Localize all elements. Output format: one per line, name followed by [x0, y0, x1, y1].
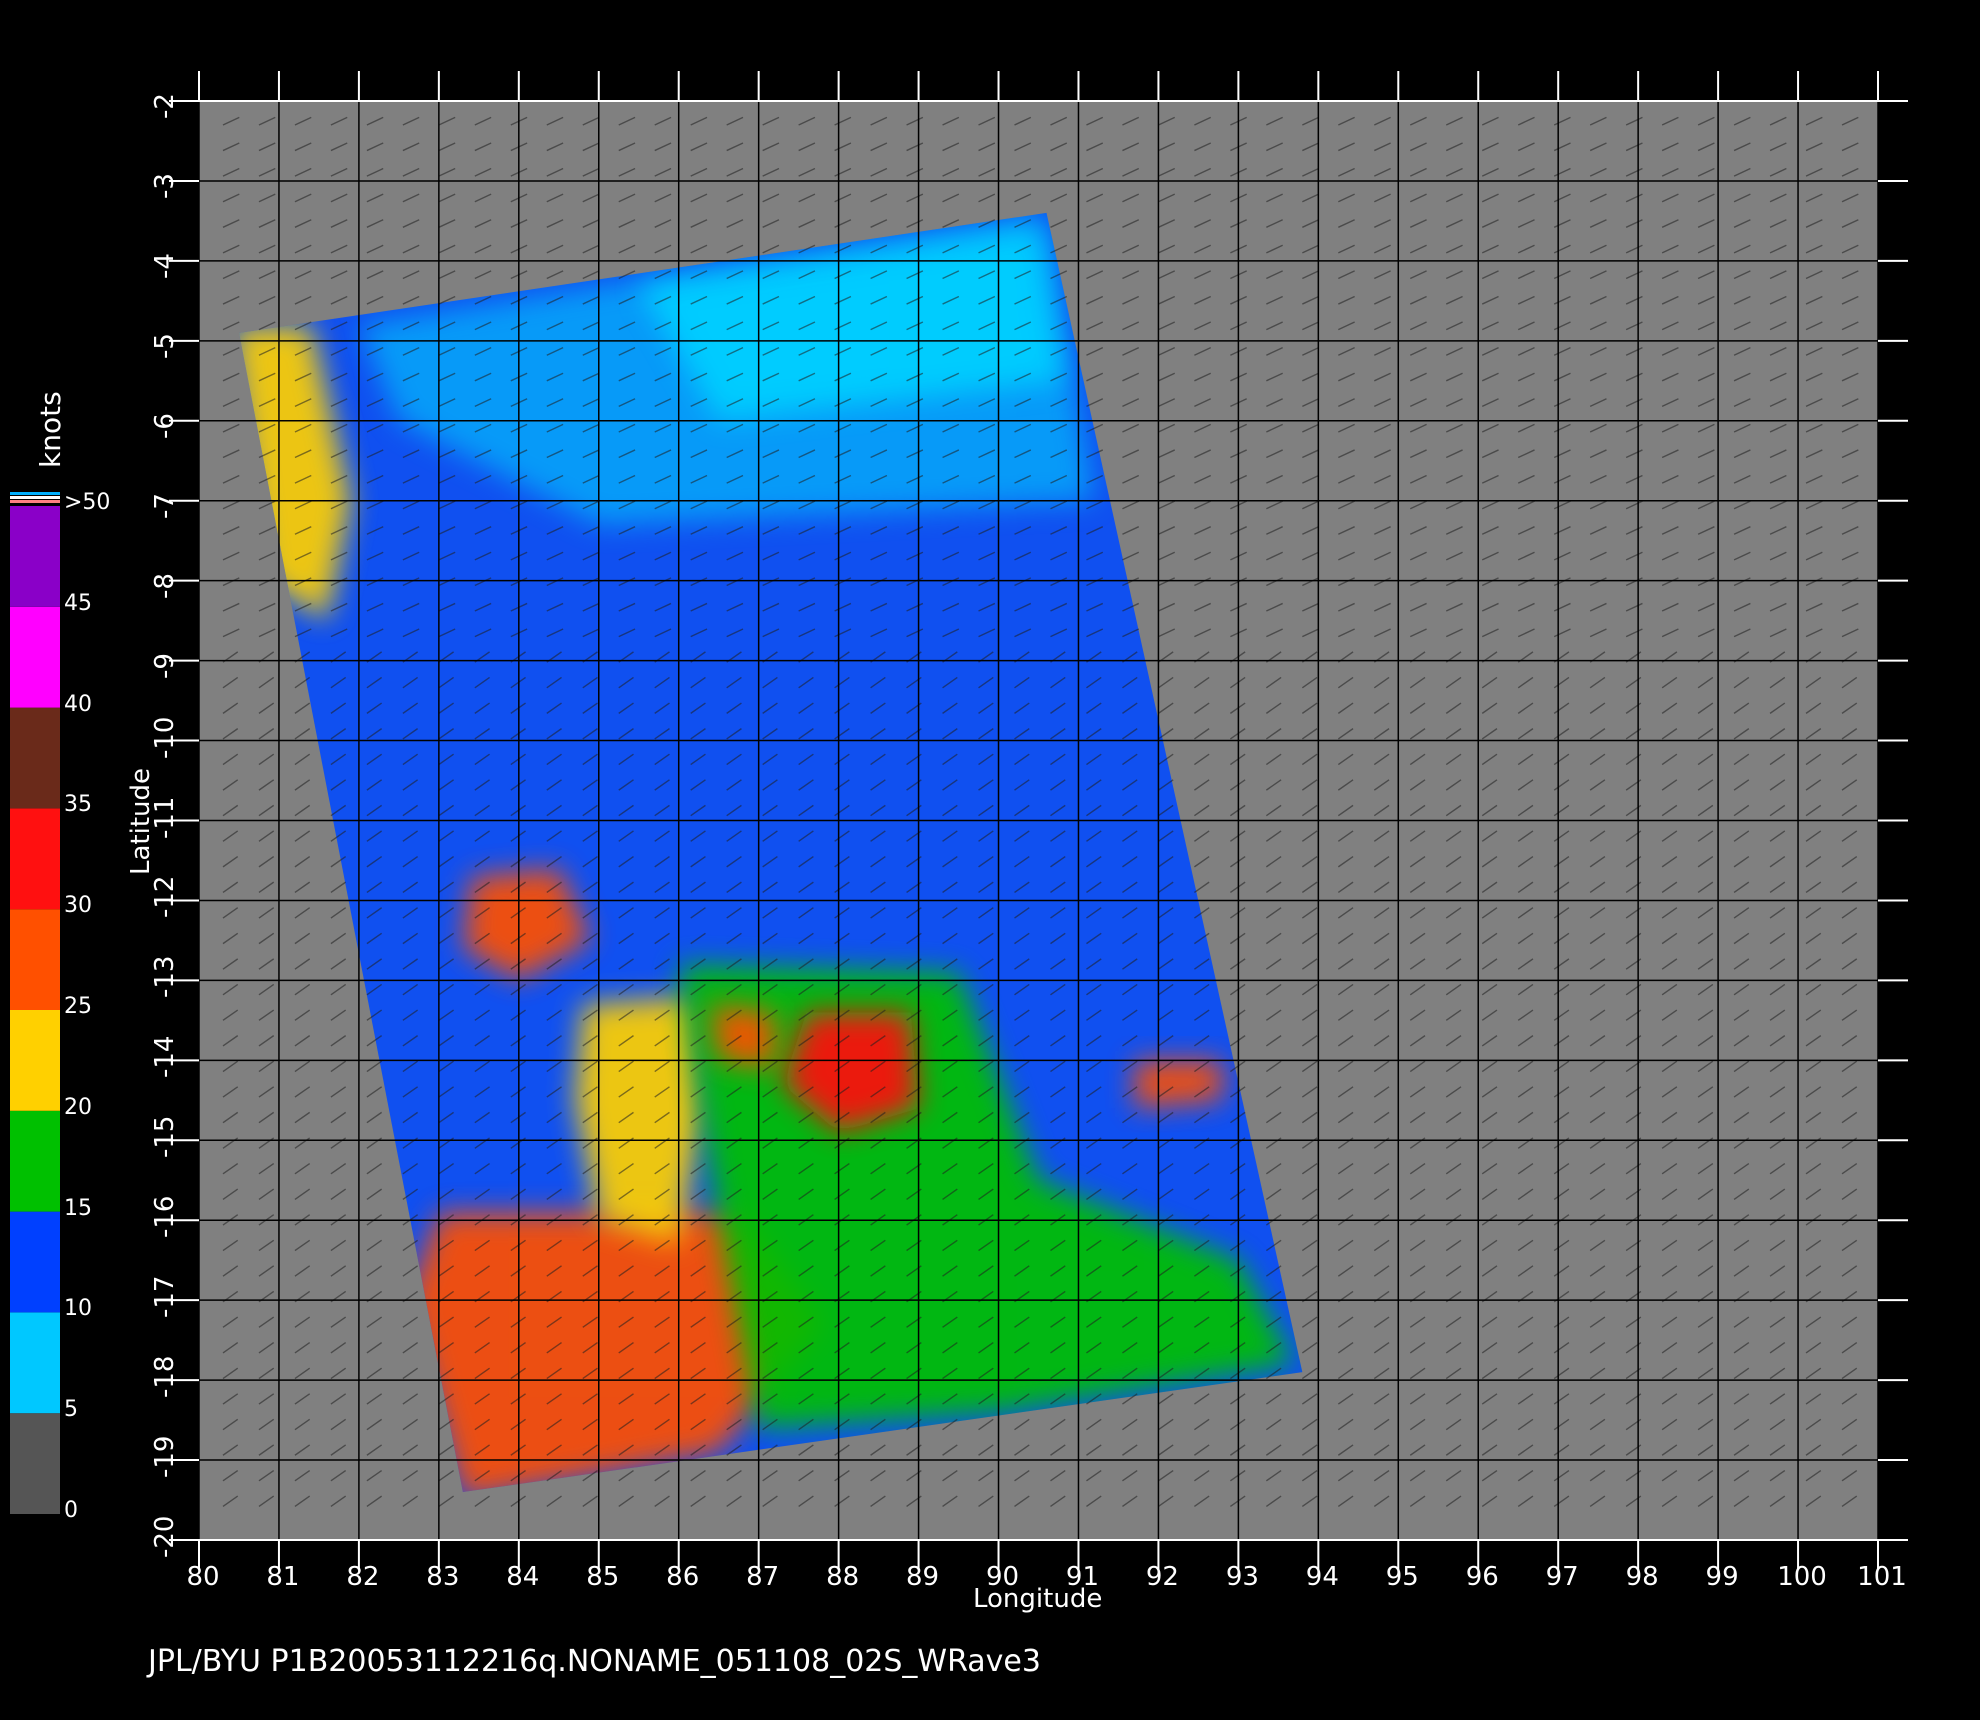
- latitude-tick-label: -12: [150, 875, 180, 919]
- longitude-tick-label: 81: [266, 1562, 300, 1592]
- colorbar-bin: [10, 707, 60, 809]
- latitude-tick-label: -20: [150, 1515, 180, 1558]
- longitude-tick-label: 91: [1065, 1562, 1100, 1592]
- longitude-tick-label: 88: [826, 1562, 860, 1592]
- longitude-tick-label: 92: [1145, 1562, 1179, 1592]
- latitude-tick-label: -10: [150, 716, 180, 759]
- colorbar-tick-label: 10: [64, 1296, 92, 1322]
- latitude-tick-label: -4: [150, 252, 180, 279]
- latitude-tick-label: -18: [150, 1355, 180, 1399]
- colorbar-tick-label: 0: [64, 1498, 78, 1523]
- longitude-tick-label: 83: [426, 1562, 460, 1592]
- colorbar-bin: [10, 1010, 60, 1111]
- colorbar-tick-label: 30: [64, 893, 92, 919]
- wind-map-plot: [10, 71, 1908, 1570]
- latitude-tick-label: -6: [150, 412, 180, 439]
- colorbar-tick-label: 25: [64, 994, 92, 1019]
- longitude-tick-label: 94: [1305, 1562, 1339, 1592]
- longitude-tick-label: 82: [346, 1562, 380, 1592]
- longitude-tick-label: 95: [1385, 1562, 1419, 1592]
- latitude-tick-label: -15: [150, 1115, 180, 1159]
- latitude-tick-label: -2: [150, 93, 180, 119]
- colorbar-tick-label: 45: [64, 590, 92, 616]
- longitude-tick-label: 86: [666, 1562, 700, 1592]
- colorbar-bin: [10, 1413, 60, 1514]
- latitude-tick-label: -9: [150, 652, 180, 679]
- colorbar-bin: [10, 909, 60, 1010]
- longitude-tick-label: 93: [1225, 1562, 1259, 1592]
- longitude-tick-label: 89: [906, 1562, 940, 1592]
- colorbar-bin: [10, 808, 60, 910]
- scatterometer-map-figure: knots Longitude Latitude JPL/BYU P1B2005…: [0, 0, 1980, 1720]
- colorbar-tick-label: 35: [64, 792, 92, 818]
- latitude-tick-label: -3: [150, 173, 180, 199]
- latitude-tick-label: -19: [150, 1435, 180, 1479]
- colorbar-bin: [10, 606, 60, 708]
- latitude-tick-label: -13: [150, 955, 180, 999]
- longitude-tick-label: 97: [1545, 1562, 1579, 1592]
- latitude-tick-label: -16: [150, 1195, 180, 1239]
- longitude-tick-label: 84: [506, 1562, 540, 1592]
- wind-region-cell-86-14: [710, 1004, 775, 1069]
- latitude-tick-label: -5: [150, 332, 180, 359]
- colorbar-units-label: knots: [34, 391, 67, 468]
- longitude-tick-label: 99: [1705, 1562, 1739, 1592]
- longitude-tick-label: 80: [186, 1562, 220, 1592]
- colorbar: [10, 492, 60, 1514]
- colorbar-tick-label: 5: [64, 1397, 78, 1423]
- longitude-tick-label: 90: [985, 1562, 1020, 1592]
- latitude-tick-label: -11: [150, 796, 180, 839]
- colorbar-bin: [10, 1312, 60, 1414]
- longitude-tick-label: 100: [1777, 1562, 1827, 1592]
- colorbar-tick-label: 40: [64, 691, 92, 717]
- colorbar-tick-label: 20: [64, 1094, 92, 1120]
- longitude-tick-label: 101: [1857, 1562, 1907, 1592]
- colorbar-tick-label: >50: [64, 490, 111, 515]
- longitude-tick-label: 96: [1465, 1562, 1499, 1592]
- footer-caption: JPL/BYU P1B20053112216q.NONAME_051108_02…: [148, 1644, 1041, 1679]
- colorbar-cap-stripe: [10, 492, 60, 495]
- colorbar-bin: [10, 1211, 60, 1313]
- latitude-tick-label: -7: [150, 492, 180, 519]
- colorbar-bin: [10, 506, 60, 607]
- colorbar-tick-label: 15: [64, 1195, 92, 1221]
- longitude-tick-label: 85: [586, 1562, 620, 1592]
- longitude-tick-label: 87: [746, 1562, 780, 1592]
- longitude-tick-label: 98: [1625, 1562, 1659, 1592]
- colorbar-cap-stripe: [10, 496, 60, 499]
- colorbar-bin: [10, 1110, 60, 1212]
- latitude-tick-label: -17: [150, 1275, 180, 1319]
- latitude-tick-label: -14: [150, 1035, 180, 1079]
- colorbar-cap-stripe: [10, 500, 60, 503]
- wind-region-cell-92-14: [1134, 1060, 1223, 1109]
- latitude-tick-label: -8: [150, 572, 180, 599]
